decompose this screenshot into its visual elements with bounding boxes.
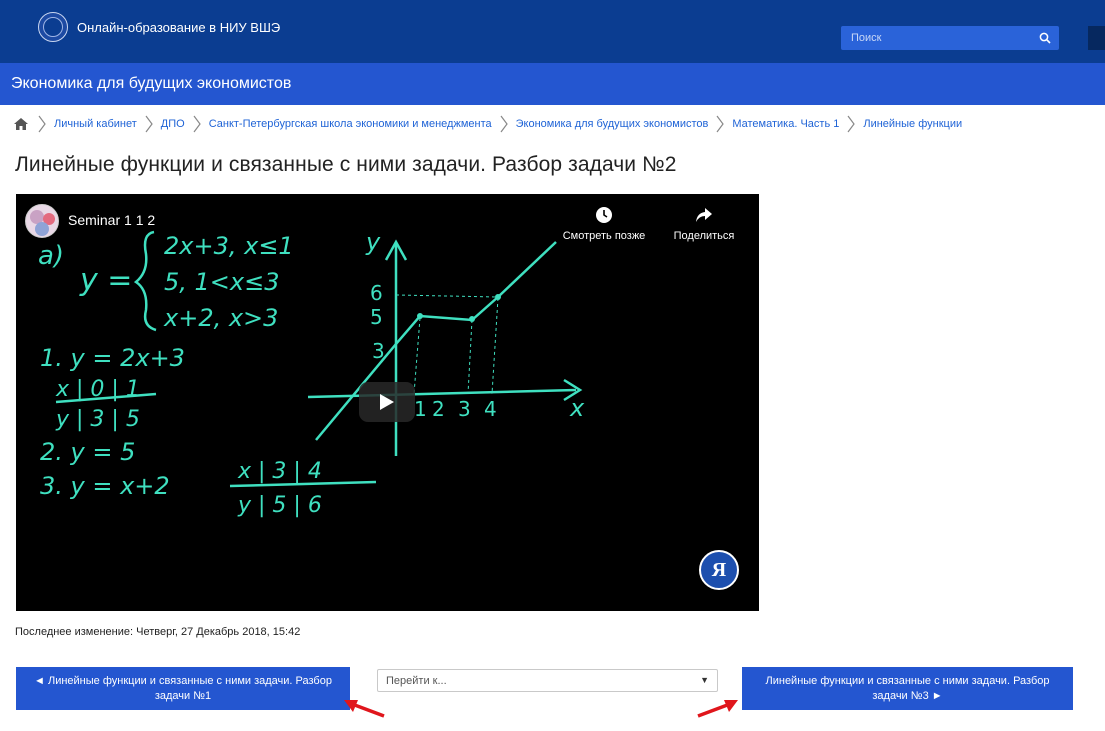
- board-tick-x2: 2: [432, 397, 445, 421]
- previous-activity-button[interactable]: ◄ Линейные функции и связанные с ними за…: [16, 667, 350, 710]
- hse-watermark-letter: Я: [711, 558, 727, 581]
- search-button[interactable]: [1031, 26, 1059, 50]
- breadcrumb-item[interactable]: Математика. Часть 1: [732, 118, 839, 130]
- board-step-3: 3. y = x+2: [40, 472, 170, 500]
- board-table-1-y: y | 3 | 5: [55, 407, 140, 432]
- search-input[interactable]: [841, 26, 1031, 50]
- board-tick-x1: 1: [414, 397, 427, 421]
- chevron-right-icon: [139, 113, 159, 135]
- hse-watermark-logo[interactable]: Я: [699, 550, 739, 590]
- search-icon: [1039, 32, 1051, 44]
- breadcrumb-item[interactable]: Линейные функции: [863, 118, 962, 130]
- board-tick-x3: 3: [458, 397, 471, 421]
- search-box: [841, 26, 1059, 50]
- annotation-arrow-icon: [344, 700, 385, 718]
- play-icon: [380, 394, 394, 410]
- watch-later-label: Смотреть позже: [562, 230, 646, 242]
- site-title[interactable]: Онлайн-образование в НИУ ВШЭ: [77, 20, 280, 35]
- board-system-line-2: 5, 1<x≤3: [164, 268, 280, 296]
- chevron-right-icon: [494, 113, 514, 135]
- chevron-right-icon: [841, 113, 861, 135]
- breadcrumb-item[interactable]: ДПО: [161, 118, 185, 130]
- jump-to-select[interactable]: Перейти к... ▼: [377, 669, 718, 692]
- next-activity-button[interactable]: Линейные функции и связанные с ними зада…: [742, 667, 1073, 710]
- dropdown-caret-icon: ▼: [700, 675, 709, 685]
- play-button[interactable]: [359, 382, 415, 422]
- board-system-line-3: x+2, x>3: [163, 304, 278, 332]
- jump-to-placeholder: Перейти к...: [386, 674, 447, 687]
- board-label-a: a): [38, 241, 64, 271]
- chevron-right-icon: [710, 113, 730, 135]
- board-table-3-x: x | 3 | 4: [237, 459, 322, 484]
- share-button[interactable]: Поделиться: [664, 204, 744, 242]
- annotation-arrow-icon: [697, 700, 738, 718]
- board-step-2: 2. y = 5: [40, 438, 135, 466]
- last-modified: Последнее изменение: Четверг, 27 Декабрь…: [15, 626, 301, 638]
- board-tick-6: 6: [370, 281, 383, 305]
- watch-later-button[interactable]: Смотреть позже: [554, 204, 654, 242]
- board-axis-x: x: [569, 394, 585, 422]
- course-header: Экономика для будущих экономистов: [0, 63, 1105, 105]
- breadcrumb: Личный кабинет ДПО Санкт-Петербургская ш…: [12, 111, 962, 137]
- share-icon: [696, 208, 712, 222]
- top-navbar: Онлайн-образование в НИУ ВШЭ: [0, 0, 1105, 63]
- home-icon[interactable]: [12, 116, 30, 132]
- board-system-line-1: 2x+3, x≤1: [164, 232, 294, 260]
- page-title: Линейные функции и связанные с ними зада…: [15, 153, 677, 176]
- breadcrumb-item[interactable]: Экономика для будущих экономистов: [516, 118, 709, 130]
- board-tick-5: 5: [370, 305, 383, 329]
- user-menu-edge[interactable]: [1088, 26, 1105, 50]
- board-table-3-y: y | 5 | 6: [237, 493, 322, 518]
- board-tick-x4: 4: [484, 397, 497, 421]
- clock-icon: [596, 207, 612, 223]
- video-player[interactable]: a) y = 2x+3, x≤1 5, 1<x≤3 x+2, x>3 1. y …: [16, 194, 759, 611]
- breadcrumb-item[interactable]: Санкт-Петербургская школа экономики и ме…: [209, 118, 492, 130]
- hse-logo[interactable]: [38, 12, 68, 42]
- chevron-right-icon: [32, 113, 52, 135]
- board-axis-y: y: [365, 228, 381, 256]
- board-step-1: 1. y = 2x+3: [40, 344, 185, 372]
- chevron-right-icon: [187, 113, 207, 135]
- video-title[interactable]: Seminar 1 1 2: [68, 212, 155, 228]
- share-label: Поделиться: [673, 230, 735, 242]
- course-title[interactable]: Экономика для будущих экономистов: [11, 75, 291, 93]
- board-system-y: y =: [79, 263, 132, 298]
- breadcrumb-item[interactable]: Личный кабинет: [54, 118, 137, 130]
- channel-avatar[interactable]: [25, 204, 59, 238]
